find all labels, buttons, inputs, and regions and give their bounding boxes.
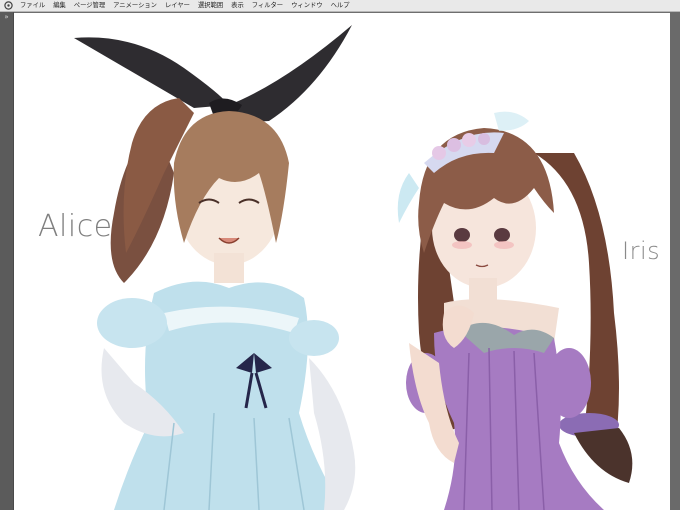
menu-view[interactable]: 表示 bbox=[231, 0, 244, 12]
character-label-iris: Iris bbox=[622, 237, 661, 265]
right-panel-edge bbox=[670, 12, 680, 510]
right-crown-leaf bbox=[494, 111, 529, 131]
menu-filter[interactable]: フィルター bbox=[252, 0, 283, 12]
right-eye-l bbox=[454, 228, 470, 242]
expand-panel-button[interactable]: » bbox=[1, 13, 12, 22]
right-feather bbox=[397, 173, 419, 223]
left-ribbon-right bbox=[229, 25, 352, 122]
left-sleeve-r bbox=[289, 320, 339, 356]
right-sleeve-r bbox=[547, 348, 591, 418]
right-blush-r bbox=[494, 241, 514, 249]
menu-help[interactable]: ヘルプ bbox=[331, 0, 350, 12]
menu-window[interactable]: ウィンドウ bbox=[291, 0, 322, 12]
right-eye-r bbox=[494, 228, 510, 242]
menu-layer[interactable]: レイヤー bbox=[165, 0, 190, 12]
left-neck bbox=[214, 253, 244, 283]
left-ribbon-left bbox=[74, 37, 229, 108]
menu-page-management[interactable]: ページ管理 bbox=[74, 0, 105, 12]
menu-animation[interactable]: アニメーション bbox=[113, 0, 157, 12]
menu-selection[interactable]: 選択範囲 bbox=[198, 0, 223, 12]
illustration bbox=[74, 25, 633, 510]
drawing-canvas[interactable]: Alice Iris bbox=[14, 13, 670, 510]
left-sleeve-l bbox=[97, 298, 167, 348]
tool-panel-collapsed: » bbox=[0, 12, 14, 510]
right-blush-l bbox=[452, 241, 472, 249]
character-label-alice: Alice bbox=[38, 209, 113, 244]
app-logo-icon[interactable] bbox=[2, 0, 14, 12]
menu-edit[interactable]: 編集 bbox=[53, 0, 66, 12]
right-hair-tail bbox=[574, 428, 633, 483]
menu-file[interactable]: ファイル bbox=[20, 0, 45, 12]
menu-bar: ファイル 編集 ページ管理 アニメーション レイヤー 選択範囲 表示 フィルター… bbox=[0, 0, 680, 12]
